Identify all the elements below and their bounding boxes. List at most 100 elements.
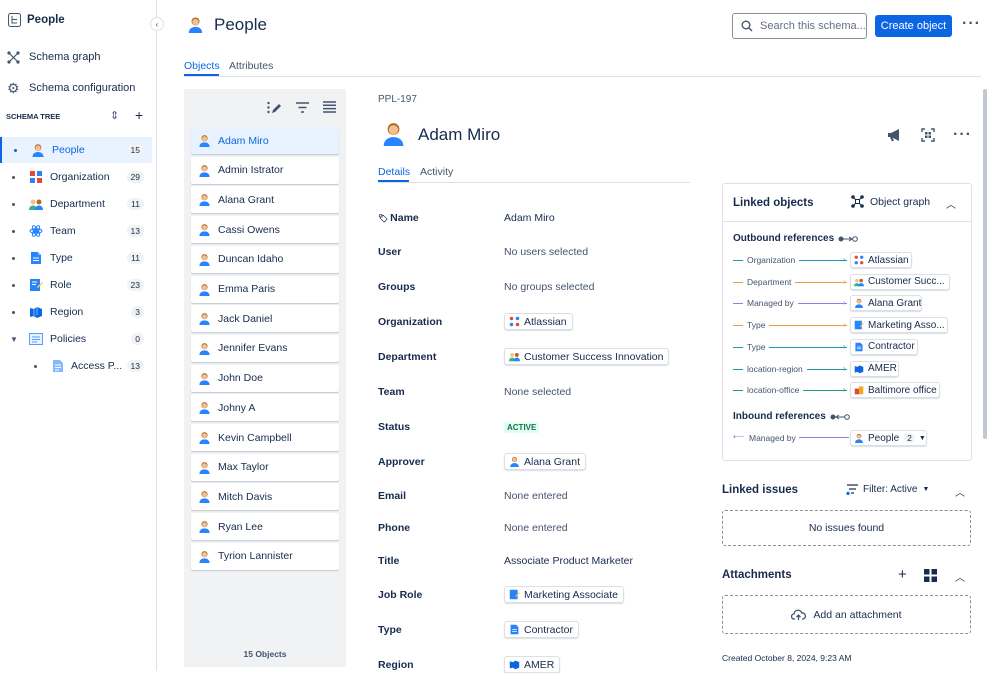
- region-chip[interactable]: AMER: [504, 656, 561, 673]
- add-attachment-icon[interactable]: +: [898, 566, 907, 583]
- list-item[interactable]: Alana Grant: [191, 186, 339, 214]
- tree-count: 3: [131, 306, 144, 318]
- type-chip[interactable]: Contractor: [504, 621, 580, 638]
- issues-filter-button[interactable]: Filter: Active ▼: [846, 484, 929, 495]
- collapse-sidebar-button[interactable]: ‹: [150, 17, 164, 31]
- tab-objects[interactable]: Objects: [184, 60, 220, 72]
- list-item[interactable]: Jack Daniel: [191, 305, 339, 333]
- reference-chip[interactable]: Marketing Asso...: [850, 317, 948, 334]
- reference-chip[interactable]: Alana Grant: [850, 295, 922, 312]
- attr-team-label: Team: [378, 386, 405, 398]
- nav-schema-graph[interactable]: Schema graph: [0, 48, 156, 66]
- megaphone-icon[interactable]: [887, 128, 902, 142]
- person-icon: [198, 342, 211, 355]
- reference-chip[interactable]: AMER: [850, 360, 899, 377]
- tab-details[interactable]: Details: [378, 166, 410, 178]
- qr-code-icon[interactable]: [921, 128, 935, 142]
- tree-item-policies[interactable]: ▼ Policies 0: [0, 326, 152, 352]
- tree-count: 0: [131, 333, 144, 345]
- reference-chip[interactable]: Customer Succ...: [850, 273, 950, 290]
- list-view-icon[interactable]: [323, 101, 336, 113]
- reference-label: Managed by: [743, 298, 798, 309]
- add-attachment-dropzone[interactable]: Add an attachment: [722, 595, 971, 634]
- linked-issues-title: Linked issues: [722, 484, 799, 496]
- arrow-icon: ›: [843, 320, 846, 330]
- list-item-label: Mitch Davis: [218, 490, 273, 503]
- jobrole-chip[interactable]: Marketing Associate: [504, 586, 624, 603]
- object-graph-button[interactable]: Object graph: [851, 195, 930, 208]
- tree-item-access-policies[interactable]: Access P... 13: [0, 353, 152, 379]
- list-item[interactable]: Mitch Davis: [191, 483, 339, 511]
- organization-chip[interactable]: Atlassian: [504, 313, 573, 330]
- list-item-label: Jack Daniel: [218, 312, 273, 325]
- tree-label: Access P...: [71, 360, 123, 372]
- tree-item-role[interactable]: Role 23: [0, 272, 152, 298]
- search-input[interactable]: Search this schema...: [732, 13, 867, 39]
- more-icon[interactable]: ···: [962, 15, 981, 33]
- create-object-button[interactable]: Create object: [875, 15, 952, 37]
- tree-item-department[interactable]: Department 11: [0, 191, 152, 217]
- collapse-tree-icon[interactable]: ⇕: [110, 109, 119, 122]
- arrow-icon: ›: [843, 255, 846, 264]
- reference-chip[interactable]: Atlassian: [850, 252, 912, 268]
- attr-user-label: User: [378, 246, 402, 258]
- filter-icon[interactable]: [296, 102, 309, 113]
- tree-item-organization[interactable]: Organization 29: [0, 164, 152, 190]
- chevron-up-icon[interactable]: ︿: [955, 484, 965, 499]
- approver-chip[interactable]: Alana Grant: [504, 453, 587, 470]
- tree-item-type[interactable]: Type 11: [0, 245, 152, 271]
- object-list-panel: Adam Miro Admin Istrator Alana Grant Cassi …: [184, 89, 346, 667]
- add-type-icon[interactable]: +: [135, 107, 143, 123]
- chevron-up-icon[interactable]: ︿: [946, 196, 956, 211]
- arrow-icon: ›: [843, 363, 846, 373]
- inbound-chip[interactable]: People 2 ▼: [850, 430, 927, 446]
- reference-chip[interactable]: Contractor: [850, 338, 918, 355]
- list-item[interactable]: Admin Istrator: [191, 156, 339, 184]
- chip-label: People: [868, 432, 900, 444]
- attr-title-value[interactable]: Associate Product Marketer: [504, 555, 633, 567]
- list-item[interactable]: Tyrion Lannister: [191, 542, 339, 570]
- reference-label: location-office: [743, 385, 804, 396]
- role-icon: [854, 320, 864, 330]
- object-more-icon[interactable]: ···: [953, 126, 972, 144]
- region-icon: [509, 659, 520, 670]
- tree-item-region[interactable]: Region 3: [0, 299, 152, 325]
- tree-item-team[interactable]: Team 13: [0, 218, 152, 244]
- tab-activity[interactable]: Activity: [420, 166, 453, 178]
- person-icon: [854, 433, 864, 443]
- tree-heading: SCHEMA TREE: [6, 112, 61, 121]
- list-item[interactable]: Jennifer Evans: [191, 334, 339, 362]
- search-icon: [741, 20, 753, 32]
- attr-phone-value[interactable]: None entered: [504, 522, 568, 534]
- attr-title-label: Title: [378, 555, 400, 567]
- scrollbar[interactable]: [983, 89, 987, 439]
- created-timestamp: Created October 8, 2024, 9:23 AM: [722, 653, 852, 663]
- list-item[interactable]: Cassi Owens: [191, 216, 339, 244]
- attr-team-value[interactable]: None selected: [504, 386, 571, 398]
- bulk-edit-icon[interactable]: [267, 101, 281, 114]
- list-item[interactable]: John Doe: [191, 364, 339, 392]
- list-item[interactable]: Johny A: [191, 394, 339, 422]
- grid-view-icon[interactable]: [924, 569, 937, 582]
- attr-user-value[interactable]: No users selected: [504, 246, 588, 258]
- nav-schema-configuration[interactable]: ⚙ Schema configuration: [0, 79, 156, 97]
- list-item[interactable]: Duncan Idaho: [191, 245, 339, 273]
- attr-department-label: Department: [378, 351, 437, 363]
- attr-groups-value[interactable]: No groups selected: [504, 281, 594, 293]
- nav-label: Schema graph: [29, 51, 101, 63]
- person-icon: [198, 283, 211, 296]
- list-item[interactable]: Emma Paris: [191, 275, 339, 303]
- list-item[interactable]: Adam Miro: [191, 127, 339, 154]
- list-item[interactable]: Max Taylor: [191, 453, 339, 481]
- department-chip[interactable]: Customer Success Innovation: [504, 348, 670, 365]
- reference-chip[interactable]: Baltimore office: [850, 382, 940, 399]
- tree-item-people[interactable]: People 15: [0, 137, 152, 163]
- list-item[interactable]: Kevin Campbell: [191, 424, 339, 451]
- chevron-down-icon[interactable]: ▼: [10, 335, 18, 344]
- role-icon: [29, 278, 43, 292]
- tab-attributes[interactable]: Attributes: [229, 60, 273, 72]
- list-item-label: Kevin Campbell: [218, 431, 292, 444]
- chevron-up-icon[interactable]: ︿: [955, 569, 965, 584]
- attr-email-value[interactable]: None entered: [504, 490, 568, 502]
- list-item[interactable]: Ryan Lee: [191, 513, 339, 541]
